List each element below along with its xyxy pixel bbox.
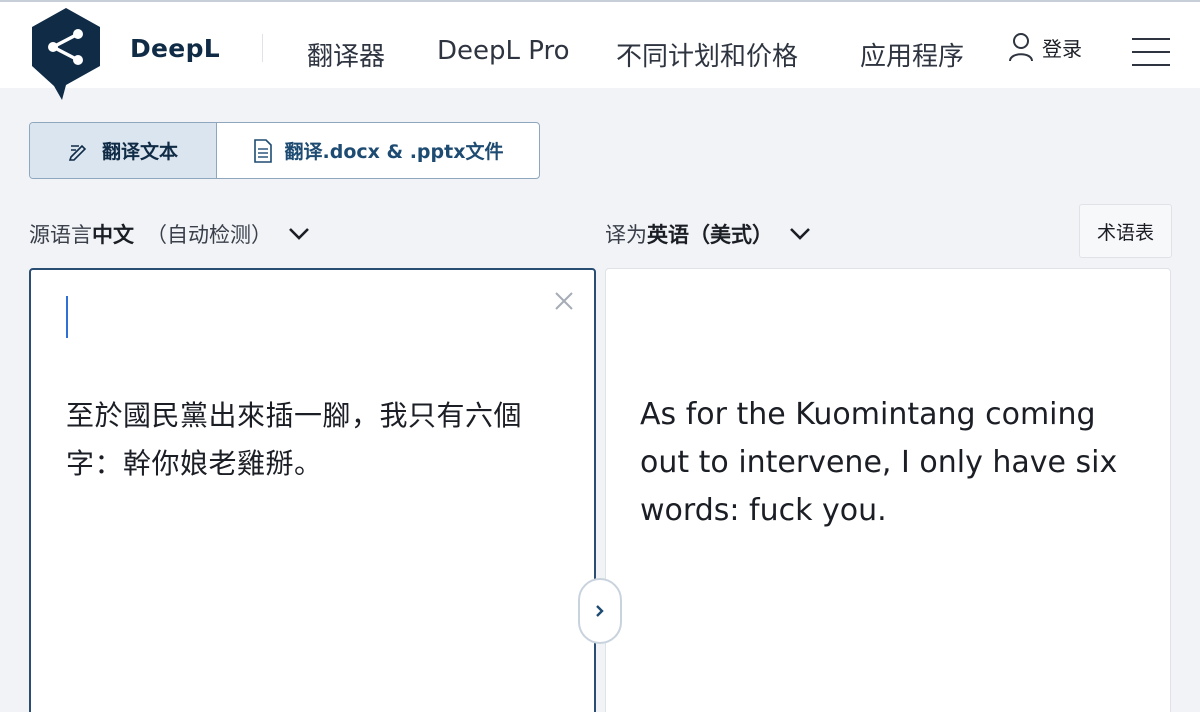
target-lang-prefix: 译为 — [605, 223, 647, 247]
brand-divider — [262, 34, 263, 62]
close-icon[interactable] — [553, 290, 575, 312]
tab-translate-text-label: 翻译文本 — [101, 141, 178, 163]
hamburger-menu-icon[interactable] — [1132, 38, 1170, 66]
tab-translate-files[interactable]: 翻译.docx & .pptx文件 — [217, 123, 539, 178]
target-lang-name: 英语（美式） — [647, 223, 773, 247]
login-button[interactable]: 登录 — [1008, 30, 1082, 64]
pen-icon — [68, 144, 87, 161]
nav-deepl-pro[interactable]: DeepL Pro — [437, 36, 570, 66]
glossary-button[interactable]: 术语表 — [1079, 204, 1172, 258]
translation-mode-tabs: 翻译文本 翻译.docx & .pptx文件 — [29, 122, 540, 179]
swap-panel-button[interactable] — [578, 578, 622, 644]
login-label: 登录 — [1042, 36, 1082, 61]
translated-text-output[interactable]: As for the Kuomintang coming out to inte… — [640, 391, 1140, 535]
document-icon — [253, 138, 272, 163]
target-text-panel[interactable]: As for the Kuomintang coming out to inte… — [605, 268, 1171, 712]
brand-name[interactable]: DeepL — [130, 34, 220, 63]
source-lang-name: 中文 — [92, 223, 134, 247]
chevron-down-icon — [289, 228, 309, 240]
chevron-right-icon — [596, 605, 604, 617]
target-language-selector[interactable]: 译为 英语（美式） — [605, 216, 811, 252]
source-lang-detect: （自动检测） — [146, 223, 272, 247]
source-text-input[interactable]: 至於國民黨出來插一腳，我只有六個字：幹你娘老雞掰。 — [66, 392, 566, 488]
nav-translator[interactable]: 翻译器 — [307, 36, 385, 73]
source-lang-prefix: 源语言 — [29, 223, 92, 247]
user-icon — [1009, 33, 1033, 62]
deepl-logo-icon[interactable] — [26, 6, 106, 102]
top-header: DeepL 翻译器 DeepL Pro 不同计划和价格 应用程序 登录 — [0, 0, 1200, 100]
text-cursor — [66, 296, 68, 338]
source-language-selector[interactable]: 源语言 中文 （自动检测） — [29, 216, 310, 252]
tab-translate-text[interactable]: 翻译文本 — [30, 123, 217, 178]
nav-plans-pricing[interactable]: 不同计划和价格 — [616, 36, 798, 73]
chevron-down-icon — [790, 228, 810, 240]
nav-apps[interactable]: 应用程序 — [860, 36, 964, 73]
tab-translate-files-label: 翻译.docx & .pptx文件 — [284, 141, 504, 163]
source-text-panel[interactable]: 至於國民黨出來插一腳，我只有六個字：幹你娘老雞掰。 — [29, 268, 596, 712]
